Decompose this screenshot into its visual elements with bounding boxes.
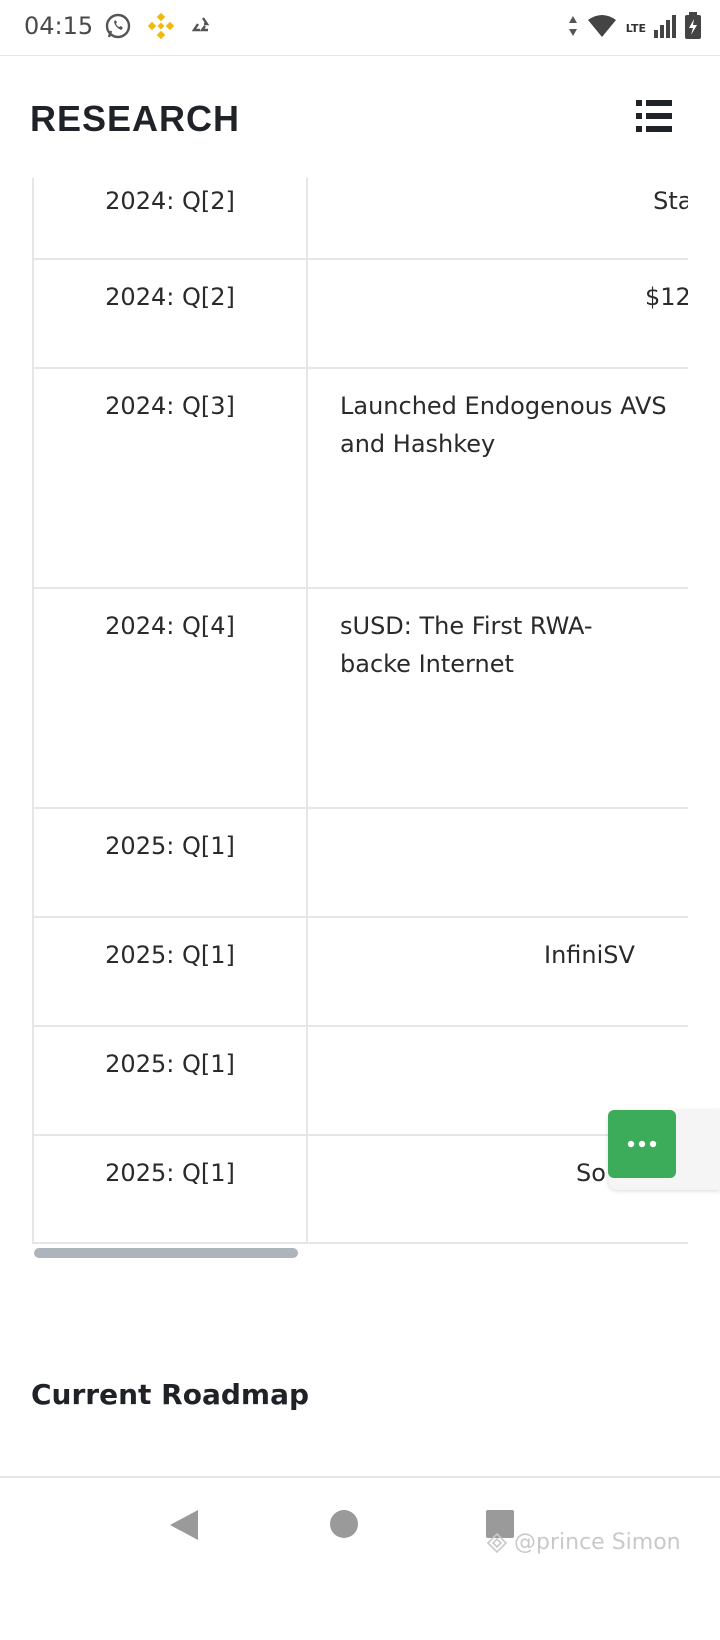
table-cell-date: 2024: Q[3]: [32, 367, 308, 589]
table-row: 2024: Q[2] Stake Weig: [32, 178, 688, 260]
list-menu-button[interactable]: [634, 96, 674, 136]
watermark-text: @prince Simon: [514, 1530, 681, 1555]
table-row: 2024: Q[2] $12M Round: [32, 258, 688, 369]
table-cell-event: Launched Endogenous AVS and Hashkey: [306, 367, 688, 589]
home-button[interactable]: [328, 1508, 360, 1544]
network-type: LTE: [625, 21, 646, 35]
table-cell-event: Stake Weig: [306, 178, 688, 260]
table-cell-date: 2024: Q[2]: [32, 258, 308, 369]
notification-icons: [104, 12, 216, 44]
horizontal-scrollbar[interactable]: [34, 1248, 298, 1258]
home-circle-icon: [330, 1510, 358, 1538]
roadmap-table-scroll-area[interactable]: 2024: Q[2] Stake Weig 2024: Q[2] $12M Ro…: [32, 178, 688, 1244]
table-cell-date: 2024: Q[4]: [32, 587, 308, 809]
table-row: 2025: Q[1] Ac: [32, 807, 688, 918]
system-nav-bar: @prince Simon: [0, 1476, 720, 1640]
table-cell-date: 2024: Q[2]: [32, 178, 308, 260]
floating-action-container: [608, 1110, 720, 1190]
back-triangle-icon: [170, 1510, 198, 1540]
section-heading: Current Roadmap: [31, 1378, 310, 1411]
recycle-icon: [190, 13, 216, 43]
table-cell-date: 2025: Q[1]: [32, 1134, 308, 1242]
watermark: @prince Simon: [486, 1530, 681, 1555]
data-arrows-icon: [568, 14, 578, 42]
table-cell-date: 2025: Q[1]: [32, 807, 308, 918]
battery-charging-icon: [684, 12, 702, 44]
more-options-button[interactable]: [608, 1110, 676, 1178]
table-cell-date: 2025: Q[1]: [32, 916, 308, 1027]
table-row: 2024: Q[4] sUSD: The First RWA-backe Int…: [32, 587, 688, 809]
table-cell-event: $12M Round: [306, 258, 688, 369]
table-cell-event: Ac: [306, 807, 688, 918]
system-status-icons: LTE: [568, 12, 702, 44]
roadmap-table: 2024: Q[2] Stake Weig 2024: Q[2] $12M Ro…: [32, 178, 688, 1242]
table-row: 2025: Q[1]: [32, 1025, 688, 1136]
table-cell-date: 2025: Q[1]: [32, 1025, 308, 1136]
page-title: RESEARCH: [30, 98, 241, 139]
app-header: RESEARCH: [0, 56, 720, 176]
table-row: 2025: Q[1] InfiniSV: [32, 916, 688, 1027]
table-cell-event: sUSD: The First RWA-backe Internet: [306, 587, 688, 809]
list-menu-icon: [636, 100, 672, 132]
status-bar: 04:15 LTE: [0, 0, 720, 56]
signal-icon: [654, 14, 676, 42]
back-button[interactable]: [168, 1508, 200, 1546]
whatsapp-icon: [104, 12, 132, 44]
wifi-icon: [586, 13, 618, 43]
status-time: 04:15: [24, 12, 94, 40]
table-cell-event: InfiniSV: [306, 916, 688, 1027]
binance-icon: [146, 11, 176, 45]
table-row: 2024: Q[3] Launched Endogenous AVS and H…: [32, 367, 688, 589]
more-dots-icon: [627, 1140, 657, 1148]
table-row: 2025: Q[1] Sola: [32, 1134, 688, 1242]
